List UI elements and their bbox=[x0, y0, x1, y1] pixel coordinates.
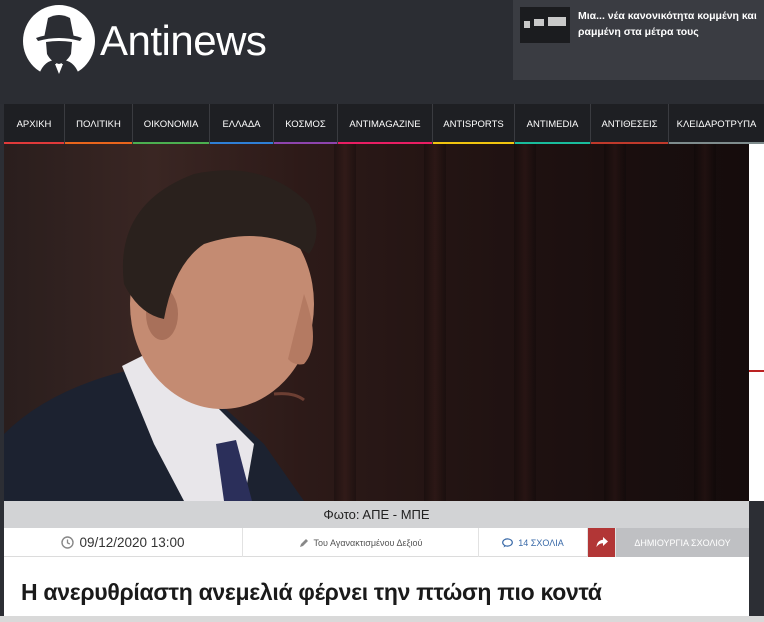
page: Antinews Μια... νέα κανονικότητα κομμένη… bbox=[0, 0, 764, 622]
nav-label: ΕΛΛΑΔΑ bbox=[222, 118, 261, 130]
nav-item-antitheseis[interactable]: ΑΝΤΙΘΕΣΕΙΣ bbox=[591, 104, 669, 144]
photo-caption: Φωτο: ΑΠΕ - ΜΠΕ bbox=[4, 501, 749, 528]
article-header: Η ανερυθρίαστη ανεμελιά φέρνει την πτώση… bbox=[4, 557, 749, 622]
site-logo[interactable]: Antinews bbox=[22, 4, 267, 78]
nav-item-antimagazine[interactable]: ANTIMAGAZINE bbox=[338, 104, 433, 144]
nav-label: ΠΟΛΙΤΙΚΗ bbox=[76, 118, 121, 130]
comments-count: 14 ΣΧΟΛΙΑ bbox=[518, 537, 564, 548]
article-date: 09/12/2020 13:00 bbox=[4, 528, 243, 557]
author-text: Του Αγανακτισμένου Δεξιού bbox=[313, 537, 423, 548]
nav-label: ΟΙΚΟΝΟΜΙΑ bbox=[143, 118, 199, 130]
share-button[interactable] bbox=[588, 528, 616, 557]
nav-label: ANTISPORTS bbox=[443, 118, 504, 130]
spy-logo-icon bbox=[23, 5, 95, 78]
nav-item-antisports[interactable]: ANTISPORTS bbox=[433, 104, 515, 144]
clock-icon bbox=[61, 536, 75, 549]
sidebar-marker bbox=[749, 370, 764, 372]
nav-label: ΚΛΕΙΔΑΡΟΤΡΥΠΑ bbox=[676, 118, 757, 130]
nav-item-economy[interactable]: ΟΙΚΟΝΟΜΙΑ bbox=[133, 104, 210, 144]
date-text: 09/12/2020 13:00 bbox=[79, 535, 185, 550]
article-hero-image bbox=[4, 144, 749, 501]
nav-item-world[interactable]: ΚΟΣΜΟΣ bbox=[274, 104, 338, 144]
promo-thumbnail bbox=[520, 7, 570, 43]
nav-item-politics[interactable]: ΠΟΛΙΤΙΚΗ bbox=[65, 104, 133, 144]
comments-link[interactable]: 14 ΣΧΟΛΙΑ bbox=[479, 528, 588, 557]
nav-label: ΑΝΤΙΘΕΣΕΙΣ bbox=[601, 118, 658, 130]
nav-label: ΑΡΧΙΚΗ bbox=[16, 118, 52, 130]
nav-item-keyhole[interactable]: ΚΛΕΙΔΑΡΟΤΡΥΠΑ bbox=[669, 104, 764, 144]
nav-item-antimedia[interactable]: ANTIMEDIA bbox=[515, 104, 591, 144]
portrait-figure bbox=[4, 170, 317, 501]
nav-label: ANTIMAGAZINE bbox=[349, 118, 421, 130]
share-arrow-icon bbox=[596, 537, 608, 547]
site-name: Antinews bbox=[100, 17, 267, 64]
promo-headline[interactable]: Μια... νέα κανονικότητα κομμένη και ραμμ… bbox=[578, 8, 758, 40]
pencil-icon bbox=[299, 538, 308, 547]
main-nav: ΑΡΧΙΚΗ ΠΟΛΙΤΙΚΗ ΟΙΚΟΝΟΜΙΑ ΕΛΛΑΔΑ ΚΟΣΜΟΣ … bbox=[4, 104, 764, 144]
article-meta-bar: 09/12/2020 13:00 Του Αγανακτισμένου Δεξι… bbox=[4, 528, 749, 557]
nav-label: ANTIMEDIA bbox=[526, 118, 579, 130]
comment-bubble-icon bbox=[502, 537, 514, 547]
page-bottom-edge bbox=[0, 616, 764, 622]
site-header: Antinews Μια... νέα κανονικότητα κομμένη… bbox=[0, 0, 764, 104]
create-comment-button[interactable]: ΔΗΜΙΟΥΡΓΙΑ ΣΧΟΛΙΟΥ bbox=[616, 528, 749, 557]
nav-item-home[interactable]: ΑΡΧΙΚΗ bbox=[4, 104, 65, 144]
article-title: Η ανερυθρίαστη ανεμελιά φέρνει την πτώση… bbox=[21, 579, 602, 605]
sidebar-edge bbox=[749, 144, 764, 501]
nav-item-greece[interactable]: ΕΛΛΑΔΑ bbox=[210, 104, 274, 144]
nav-label: ΚΟΣΜΟΣ bbox=[285, 118, 326, 130]
promo-article[interactable]: Μια... νέα κανονικότητα κομμένη και ραμμ… bbox=[513, 0, 764, 80]
article-author[interactable]: Του Αγανακτισμένου Δεξιού bbox=[243, 528, 479, 557]
